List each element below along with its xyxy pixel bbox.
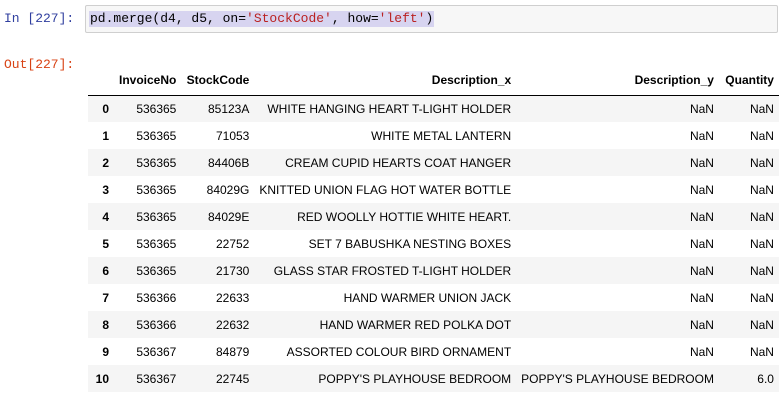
cell-stockcode: 85123A bbox=[207, 101, 250, 116]
cell-invoiceno: 536365 bbox=[136, 263, 177, 278]
cell-quantity: NaN bbox=[749, 317, 774, 332]
table-row: 4 536365 84029E RED WOOLLY HOTTIE WHITE HEA… bbox=[88, 203, 779, 230]
cell-stockcode: 71053 bbox=[215, 128, 250, 143]
cell-stockcode: 22633 bbox=[215, 290, 250, 305]
table-row: 9 536367 84879 ASSORTED COLOUR BIRD ORNAMEN… bbox=[88, 338, 779, 365]
cell-description-y: NaN bbox=[689, 317, 714, 332]
table-row: 10 536367 22745 POPPY'S PLAYHOUSE BEDROOM PO… bbox=[88, 365, 779, 392]
cell-description-y: NaN bbox=[689, 209, 714, 224]
header-index bbox=[88, 66, 114, 96]
cell-description-x: RED WOOLLY HOTTIE WHITE HEART. bbox=[297, 209, 512, 224]
cell-description-x: SET 7 BABUSHKA NESTING BOXES bbox=[308, 236, 512, 251]
cell-description-y: NaN bbox=[689, 344, 714, 359]
output-area: InvoiceNo StockCode Description_x Descri… bbox=[88, 66, 779, 392]
code-suffix: ) bbox=[425, 11, 434, 26]
cell-description-y: NaN bbox=[689, 263, 714, 278]
input-prompt: In [227]: bbox=[4, 11, 75, 26]
cell-description-y: NaN bbox=[689, 128, 714, 143]
header-description-x: Description_x bbox=[254, 66, 517, 96]
table-row: 5 536365 22752 SET 7 BABUSHKA NESTING BOXES… bbox=[88, 230, 779, 257]
table-row: 2 536365 84406B CREAM CUPID HEARTS COAT HAN… bbox=[88, 149, 779, 176]
cell-stockcode: 22632 bbox=[215, 317, 250, 332]
cell-description-y: NaN bbox=[689, 182, 714, 197]
cell-stockcode: 22745 bbox=[215, 371, 250, 386]
code-string-left: 'left' bbox=[378, 11, 426, 26]
row-index: 1 bbox=[102, 128, 109, 143]
cell-invoiceno: 536365 bbox=[136, 101, 177, 116]
cell-description-x: GLASS STAR FROSTED T-LIGHT HOLDER bbox=[273, 263, 512, 278]
table-row: 0 536365 85123A WHITE HANGING HEART T-LIGHT… bbox=[88, 95, 779, 122]
cell-invoiceno: 536367 bbox=[136, 344, 177, 359]
cell-quantity: NaN bbox=[749, 236, 774, 251]
cell-invoiceno: 536367 bbox=[136, 371, 177, 386]
cell-invoiceno: 536366 bbox=[136, 317, 177, 332]
cell-description-x: HAND WARMER RED POLKA DOT bbox=[319, 317, 512, 332]
code-text[interactable]: pd.merge(d4, d5, on='StockCode', how='le… bbox=[89, 11, 435, 27]
cell-description-x: WHITE METAL LANTERN bbox=[371, 128, 512, 143]
row-index: 0 bbox=[102, 101, 109, 116]
header-description-y: Description_y bbox=[516, 66, 719, 96]
header-stockcode: StockCode bbox=[181, 66, 255, 96]
output-prompt: Out[227]: bbox=[4, 57, 75, 72]
row-index: 2 bbox=[102, 155, 109, 170]
code-string-stockcode: 'StockCode' bbox=[246, 11, 332, 26]
cell-description-x: HAND WARMER UNION JACK bbox=[343, 290, 512, 305]
cell-invoiceno: 536366 bbox=[136, 290, 177, 305]
table-header-row: InvoiceNo StockCode Description_x Descri… bbox=[88, 66, 779, 96]
cell-description-x: POPPY'S PLAYHOUSE BEDROOM bbox=[318, 371, 512, 386]
header-invoiceno: InvoiceNo bbox=[114, 66, 182, 96]
cell-description-x: ASSORTED COLOUR BIRD ORNAMENT bbox=[286, 344, 512, 359]
cell-description-y: NaN bbox=[689, 101, 714, 116]
cell-stockcode: 21730 bbox=[215, 263, 250, 278]
table-row: 3 536365 84029G KNITTED UNION FLAG HOT WATE… bbox=[88, 176, 779, 203]
row-index: 6 bbox=[102, 263, 109, 278]
table-row: 1 536365 71053 WHITE METAL LANTERN NaN NaN bbox=[88, 122, 779, 149]
cell-quantity: NaN bbox=[749, 182, 774, 197]
code-input-area[interactable]: pd.merge(d4, d5, on='StockCode', how='le… bbox=[85, 5, 778, 33]
row-index: 10 bbox=[95, 371, 109, 386]
cell-description-x: CREAM CUPID HEARTS COAT HANGER bbox=[285, 155, 512, 170]
cell-invoiceno: 536365 bbox=[136, 209, 177, 224]
row-index: 9 bbox=[102, 344, 109, 359]
cell-quantity: NaN bbox=[749, 290, 774, 305]
cell-stockcode: 84029E bbox=[207, 209, 250, 224]
cell-quantity: NaN bbox=[749, 263, 774, 278]
dataframe-table: InvoiceNo StockCode Description_x Descri… bbox=[88, 66, 779, 392]
table-row: 7 536366 22633 HAND WARMER UNION JACK NaN NaN bbox=[88, 284, 779, 311]
cell-description-y: POPPY'S PLAYHOUSE BEDROOM bbox=[521, 371, 714, 386]
cell-quantity: NaN bbox=[749, 209, 774, 224]
cell-description-y: NaN bbox=[689, 236, 714, 251]
cell-quantity: NaN bbox=[749, 101, 774, 116]
cell-quantity: NaN bbox=[749, 128, 774, 143]
table-row: 8 536366 22632 HAND WARMER RED POLKA DOT NaN… bbox=[88, 311, 779, 338]
row-index: 8 bbox=[102, 317, 109, 332]
row-index: 4 bbox=[102, 209, 109, 224]
cell-invoiceno: 536365 bbox=[136, 155, 177, 170]
cell-description-x: KNITTED UNION FLAG HOT WATER BOTTLE bbox=[259, 182, 512, 197]
code-mid: , how= bbox=[331, 11, 379, 26]
row-index: 5 bbox=[102, 236, 109, 251]
cell-stockcode: 84029G bbox=[206, 182, 250, 197]
cell-invoiceno: 536365 bbox=[136, 182, 177, 197]
notebook-cell: In [227]: pd.merge(d4, d5, on='StockCode… bbox=[0, 0, 781, 400]
cell-description-y: NaN bbox=[689, 155, 714, 170]
code-prefix: pd.merge(d4, d5, on= bbox=[90, 11, 247, 26]
row-index: 7 bbox=[102, 290, 109, 305]
cell-description-x: WHITE HANGING HEART T-LIGHT HOLDER bbox=[267, 101, 512, 116]
cell-invoiceno: 536365 bbox=[136, 236, 177, 251]
row-index: 3 bbox=[102, 182, 109, 197]
cell-description-y: NaN bbox=[689, 290, 714, 305]
header-quantity: Quantity bbox=[718, 66, 779, 96]
cell-stockcode: 84406B bbox=[207, 155, 250, 170]
cell-stockcode: 22752 bbox=[215, 236, 250, 251]
cell-quantity: NaN bbox=[749, 344, 774, 359]
cell-stockcode: 84879 bbox=[215, 344, 250, 359]
cell-quantity: NaN bbox=[749, 155, 774, 170]
cell-quantity: 6.0 bbox=[757, 371, 774, 386]
table-row: 6 536365 21730 GLASS STAR FROSTED T-LIGHT H… bbox=[88, 257, 779, 284]
cell-invoiceno: 536365 bbox=[136, 128, 177, 143]
